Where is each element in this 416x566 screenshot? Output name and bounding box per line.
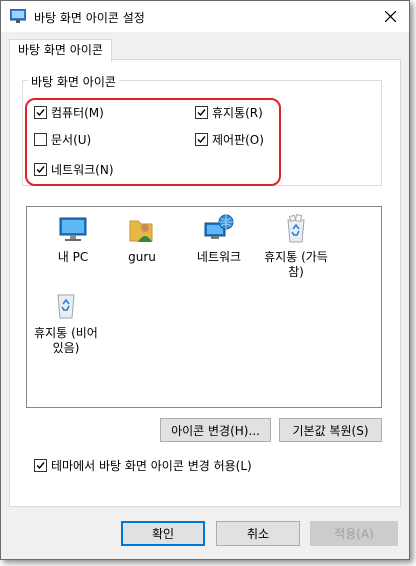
cancel-button[interactable]: 취소 <box>216 521 300 546</box>
checkbox-box[interactable] <box>34 133 47 146</box>
ok-button[interactable]: 확인 <box>121 521 205 546</box>
desktop-icon-list[interactable]: 내 PC guru 네트워크 휴지통 (가득 참) 휴지통 (비어 있음) <box>26 206 382 408</box>
checkbox-box[interactable] <box>195 133 208 146</box>
checkbox-box[interactable] <box>34 106 47 119</box>
icon-item-network[interactable]: 네트워크 <box>179 213 259 265</box>
close-button[interactable] <box>375 3 405 29</box>
checkbox-computer[interactable]: 컴퓨터(M) <box>34 104 104 121</box>
checkbox-label: 네트워크(N) <box>51 163 114 177</box>
checkbox-network[interactable]: 네트워크(N) <box>34 161 114 178</box>
checkbox-label: 컴퓨터(M) <box>51 106 104 120</box>
change-icon-button[interactable]: 아이콘 변경(H)... <box>160 418 271 442</box>
icon-label: 내 PC <box>57 250 89 264</box>
window-title: 바탕 화면 아이콘 설정 <box>34 11 145 25</box>
checkbox-allow-theme-change[interactable]: 테마에서 바탕 화면 아이콘 변경 허용(L) <box>34 457 252 474</box>
tab-strip: 바탕 화면 아이콘 <box>1 32 409 62</box>
icon-item-recycle-bin-empty[interactable]: 휴지통 (비어 있음) <box>27 289 105 356</box>
checkbox-box[interactable] <box>34 163 47 176</box>
icon-label: 휴지통 (가득 참) <box>264 250 328 279</box>
apply-button[interactable]: 적용(A) <box>310 521 398 546</box>
checkbox-recycle-bin[interactable]: 휴지통(R) <box>195 104 263 121</box>
tab-desktop-icons[interactable]: 바탕 화면 아이콘 <box>9 39 112 62</box>
checkbox-control-panel[interactable]: 제어판(O) <box>195 131 264 148</box>
icon-item-recycle-bin-full[interactable]: 휴지통 (가득 참) <box>251 213 341 280</box>
computer-icon <box>59 217 87 241</box>
close-icon <box>384 10 396 22</box>
recycle-bin-full-icon <box>287 214 305 243</box>
restore-default-button[interactable]: 기본값 복원(S) <box>279 418 382 442</box>
checkbox-box[interactable] <box>195 106 208 119</box>
user-folder-icon <box>129 220 153 242</box>
checkbox-box[interactable] <box>34 459 47 472</box>
icon-label: guru <box>128 250 156 264</box>
icon-item-user-folder[interactable]: guru <box>102 213 182 265</box>
checkbox-label: 문서(U) <box>51 133 92 147</box>
title-bar: 바탕 화면 아이콘 설정 <box>1 1 409 32</box>
icon-item-this-pc[interactable]: 내 PC <box>33 213 113 265</box>
dialog-window: 바탕 화면 아이콘 설정 바탕 화면 아이콘 바탕 화면 아이콘 컴퓨터(M) … <box>0 0 410 560</box>
recycle-bin-empty-icon <box>57 294 75 319</box>
network-icon <box>204 214 234 239</box>
groupbox-label: 바탕 화면 아이콘 <box>28 73 119 90</box>
checkbox-label: 테마에서 바탕 화면 아이콘 변경 허용(L) <box>51 459 252 473</box>
checkbox-label: 제어판(O) <box>212 133 264 147</box>
icon-label: 휴지통 (비어 있음) <box>34 326 98 355</box>
tab-panel: 바탕 화면 아이콘 컴퓨터(M) 휴지통(R) 문서(U) 제어판(O) 네트워… <box>9 59 401 507</box>
icon-label: 네트워크 <box>196 250 242 264</box>
checkbox-documents[interactable]: 문서(U) <box>34 131 91 148</box>
desktop-settings-icon <box>10 9 26 23</box>
checkbox-label: 휴지통(R) <box>212 106 263 120</box>
